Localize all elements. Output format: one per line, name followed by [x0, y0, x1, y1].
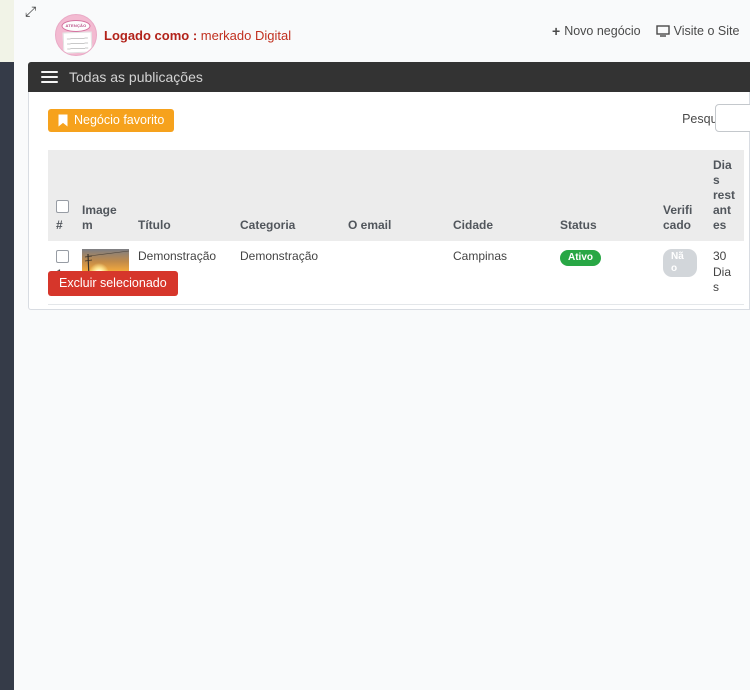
favorite-business-label: Negócio favorito: [74, 113, 165, 127]
header-email: O email: [340, 150, 445, 241]
row-checkbox[interactable]: [56, 250, 69, 263]
cell-city: Campinas: [453, 249, 508, 263]
status-badge: Ativo: [560, 250, 601, 266]
visit-site-link[interactable]: Visite o Site: [655, 24, 740, 38]
header-num: #: [56, 218, 63, 232]
verified-badge: Não: [663, 249, 697, 277]
header-city: Cidade: [445, 150, 552, 241]
header-category: Categoria: [232, 150, 340, 241]
delete-selected-button[interactable]: Excluir selecionado: [48, 271, 178, 296]
logged-in-as: Logado como : merkado Digital: [104, 28, 291, 43]
panel-title-bar: Todas as publicações: [28, 62, 750, 92]
favorite-business-button[interactable]: Negócio favorito: [48, 109, 175, 132]
top-nav: + Novo negócio Visite o Site merk: [552, 24, 750, 38]
hamburger-menu-icon[interactable]: [41, 68, 58, 86]
search-input[interactable]: [715, 104, 750, 132]
table-header-row: # Imagem Título Categoria O email Cidade…: [48, 150, 744, 241]
header-select-all: #: [48, 150, 74, 241]
plus-icon: +: [552, 23, 561, 39]
cell-verified: Não: [655, 241, 705, 304]
panel-title: Todas as publicações: [69, 69, 203, 85]
header-title: Título: [130, 150, 232, 241]
publications-card: Negócio favorito Pesquisa: # Imagem Títu…: [28, 92, 750, 310]
new-business-label: Novo negócio: [564, 24, 641, 38]
header-verified: Verificado: [655, 150, 705, 241]
select-all-checkbox[interactable]: [56, 200, 69, 213]
logged-in-label: Logado como :: [104, 28, 198, 43]
cell-category: Demonstração: [240, 249, 319, 263]
cell-email: [340, 241, 445, 304]
header-status: Status: [552, 150, 655, 241]
avatar-attention-label: ATENÇÃO: [61, 20, 91, 32]
header-days: Dias restantes: [705, 150, 744, 241]
collapsed-sidebar: [0, 0, 14, 690]
cell-status: Ativo: [552, 241, 655, 304]
cell-days: 30 Dias: [713, 249, 732, 295]
collapsed-sidebar-header: [0, 0, 14, 62]
visit-site-label: Visite o Site: [673, 24, 740, 38]
avatar[interactable]: ATENÇÃO: [55, 14, 97, 56]
monitor-icon: [655, 25, 670, 37]
expand-arrows-icon[interactable]: ⤢: [25, 4, 36, 18]
avatar-document-graphic: [62, 31, 93, 54]
logged-in-user: merkado Digital: [200, 28, 292, 43]
header-image: Imagem: [74, 150, 130, 241]
bookmark-icon: [58, 114, 68, 127]
new-business-link[interactable]: + Novo negócio: [552, 24, 641, 38]
